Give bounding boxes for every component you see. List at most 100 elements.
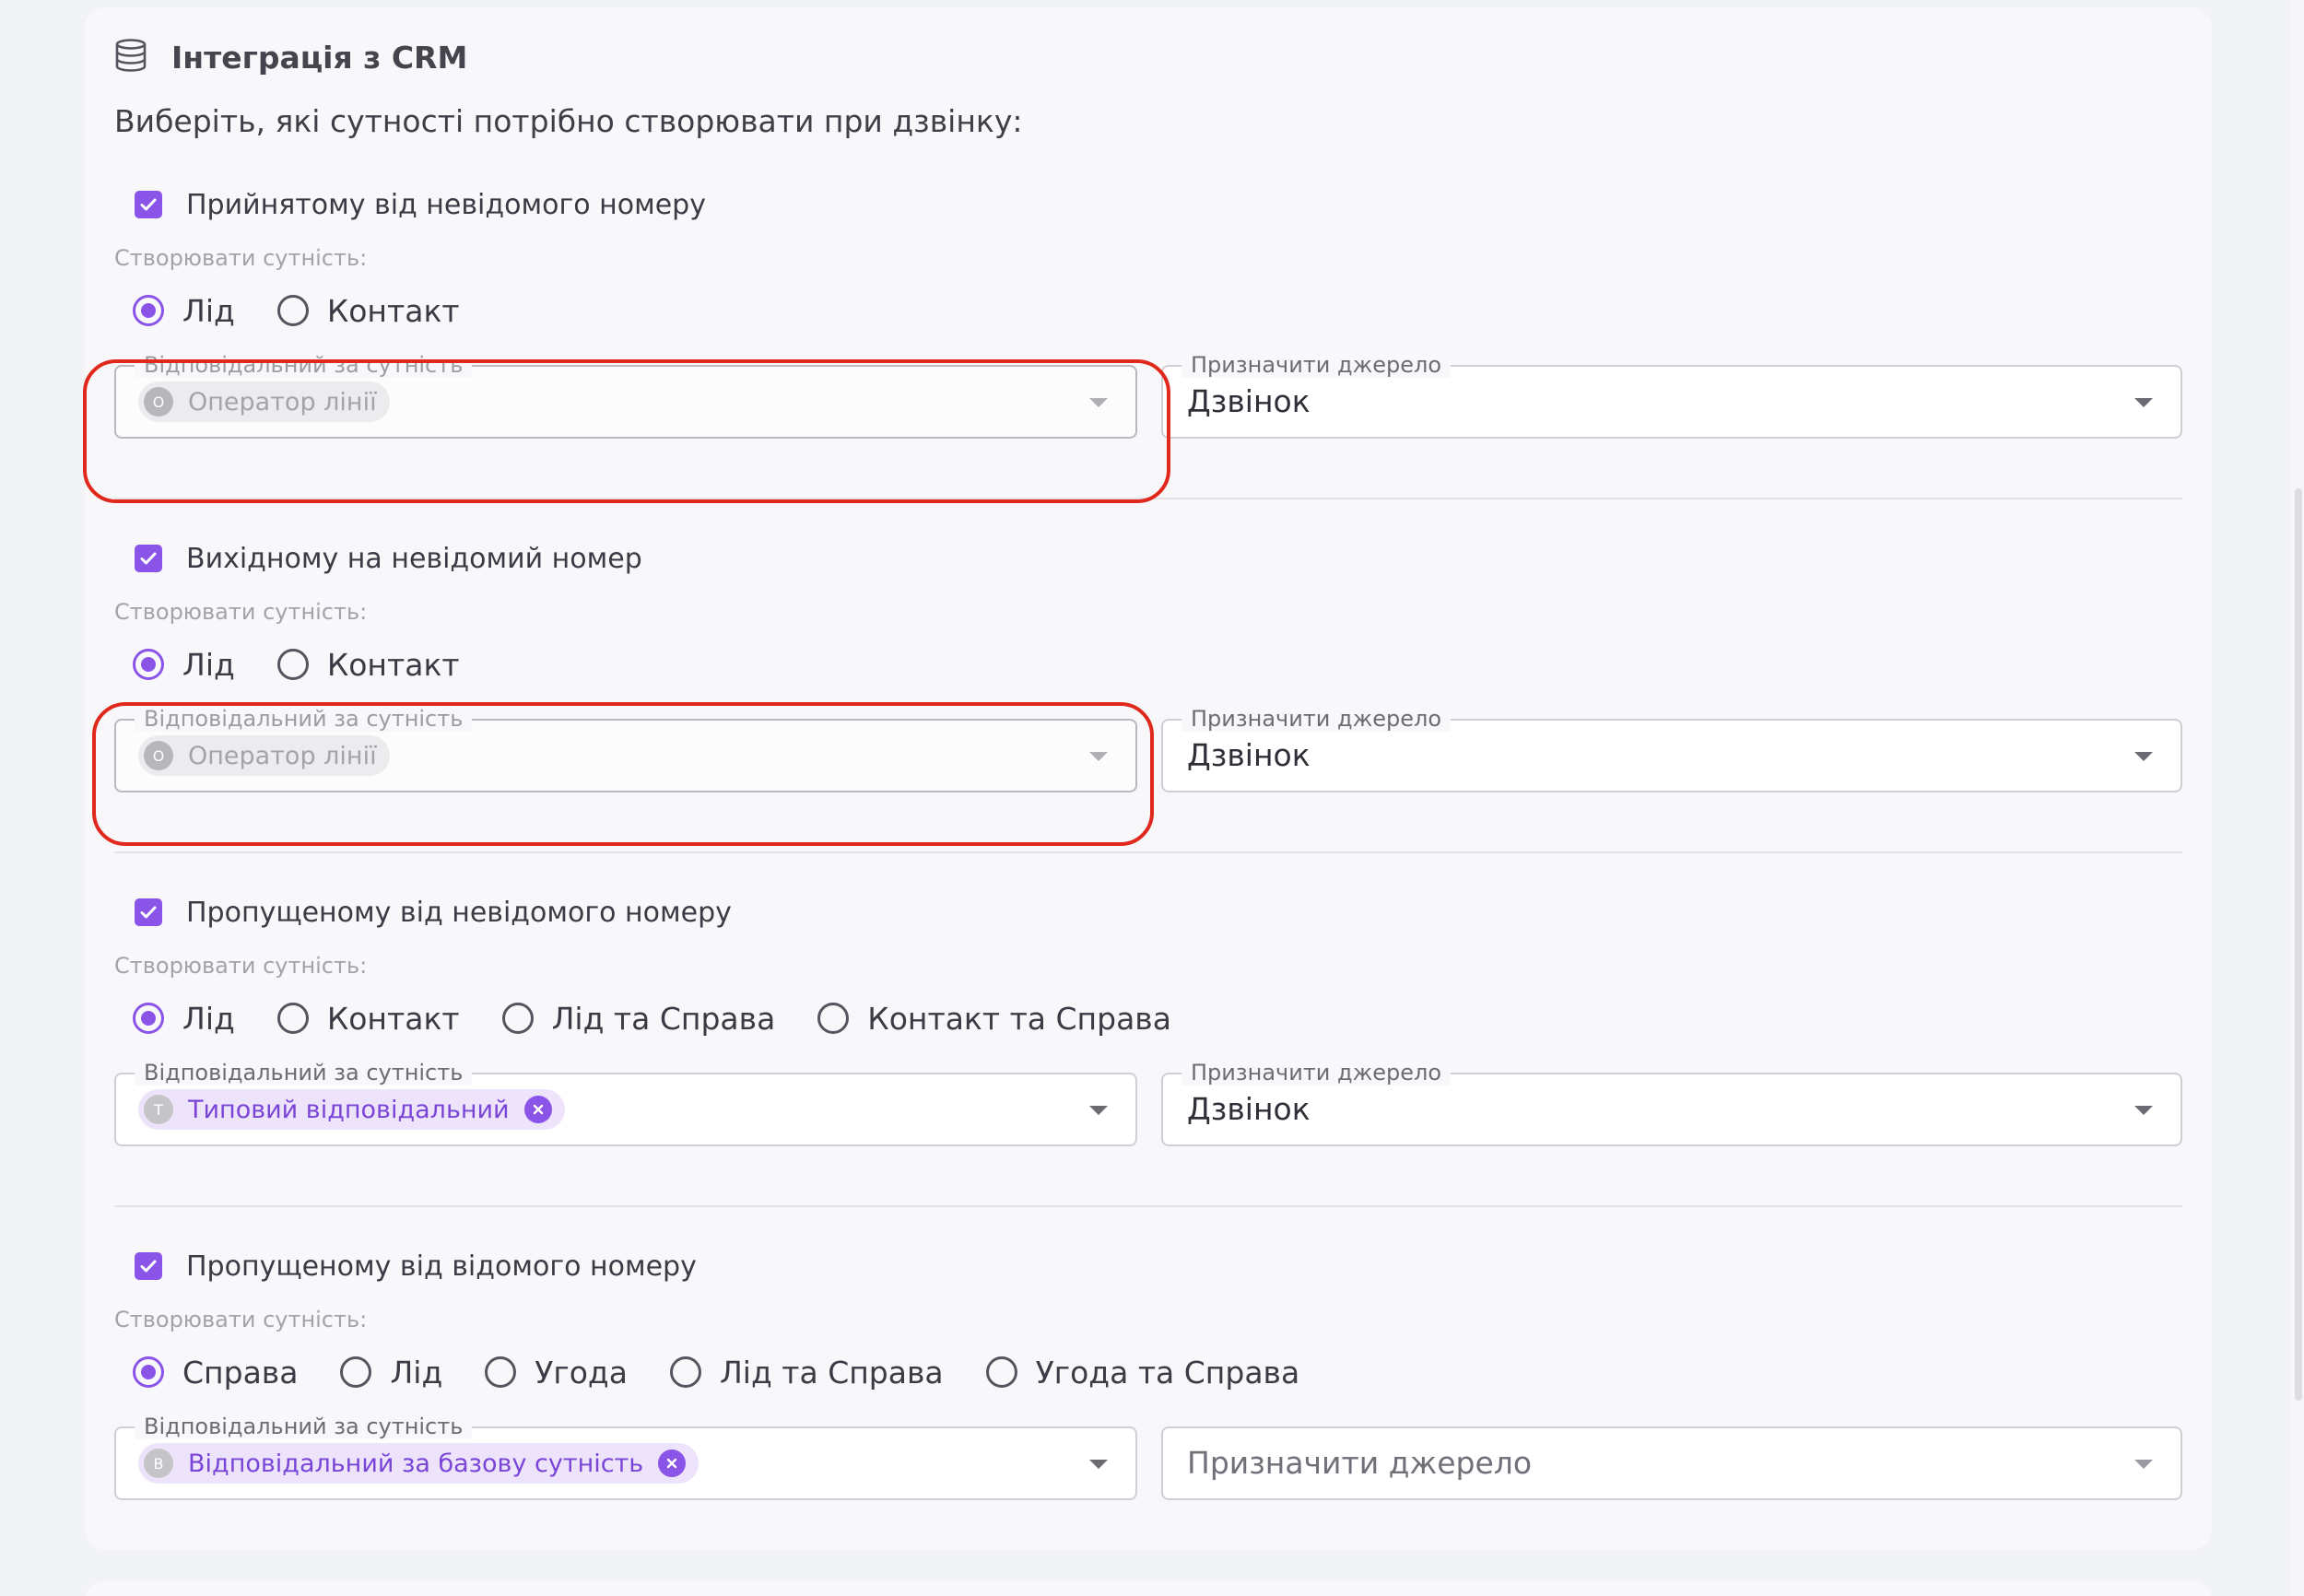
radio-button[interactable] bbox=[985, 1356, 1017, 1388]
radio-option[interactable]: Угода та Справа bbox=[985, 1354, 1300, 1391]
chevron-down-icon[interactable] bbox=[1089, 1460, 1108, 1469]
radio-label: Контакт bbox=[326, 292, 460, 329]
entity-radio-group: Лід Контакт bbox=[133, 644, 502, 685]
radio-button[interactable] bbox=[276, 1003, 309, 1034]
source-value: Дзвінок bbox=[1187, 737, 1311, 773]
radio-option[interactable]: Справа bbox=[133, 1355, 298, 1391]
entity-rule-section: Вихідному на невідомий номер Створювати … bbox=[114, 540, 2182, 894]
radio-option[interactable]: Лід та Справа bbox=[669, 1354, 944, 1391]
chevron-down-icon[interactable] bbox=[2134, 1460, 2153, 1469]
responsible-legend: Відповідальний за сутність bbox=[135, 706, 473, 732]
radio-button[interactable] bbox=[485, 1356, 517, 1388]
chevron-down-icon[interactable] bbox=[2134, 398, 2153, 407]
source-placeholder: Призначити джерело bbox=[1187, 1445, 1533, 1481]
chip-label: Оператор лінії bbox=[188, 741, 377, 770]
source-value: Дзвінок bbox=[1187, 383, 1311, 419]
scrollbar-thumb[interactable] bbox=[2295, 488, 2302, 1401]
responsible-legend: Відповідальний за сутність bbox=[135, 1414, 473, 1439]
card-header: Інтеграція з CRM bbox=[114, 39, 467, 76]
entity-rule-section: Пропущеному від невідомого номеру Створю… bbox=[114, 894, 2182, 1248]
entity-radio-group: Лід Контакт bbox=[133, 290, 502, 331]
responsible-chip: Т Типовий відповідальний bbox=[138, 1089, 565, 1130]
radio-option[interactable]: Лід та Справа bbox=[501, 1000, 776, 1037]
source-select[interactable]: Призначити джерело Дзвінок bbox=[1161, 706, 2182, 792]
radio-button[interactable] bbox=[133, 649, 164, 680]
chevron-down-icon bbox=[1089, 398, 1108, 407]
section-divider bbox=[114, 851, 2182, 853]
radio-button[interactable] bbox=[501, 1003, 534, 1034]
source-select[interactable]: Призначити джерело Дзвінок bbox=[1161, 1060, 2182, 1146]
card-title: Інтеграція з CRM bbox=[171, 39, 468, 76]
chevron-down-icon[interactable] bbox=[2134, 1106, 2153, 1115]
source-legend: Призначити джерело bbox=[1181, 1060, 1452, 1086]
chip-label: Оператор лінії bbox=[188, 387, 377, 417]
avatar: В bbox=[144, 1449, 173, 1478]
remove-chip-icon[interactable] bbox=[658, 1449, 687, 1477]
checkbox-label: Пропущеному від відомого номеру bbox=[186, 1250, 697, 1283]
chevron-down-icon[interactable] bbox=[1089, 1106, 1108, 1115]
entity-rule-section: Пропущеному від відомого номеру Створюва… bbox=[114, 1248, 2182, 1596]
radio-button[interactable] bbox=[133, 1356, 164, 1388]
section-divider bbox=[114, 1205, 2182, 1207]
database-stack-icon bbox=[115, 39, 147, 72]
radio-label: Справа bbox=[182, 1354, 299, 1391]
entity-checkbox-row[interactable]: Вихідному на невідомий номер bbox=[135, 540, 642, 577]
create-entity-label: Створювати сутність: bbox=[114, 953, 368, 979]
source-select[interactable]: Призначити джерело bbox=[1161, 1426, 2182, 1500]
responsible-select: Відповідальний за сутність О Оператор лі… bbox=[114, 706, 1137, 792]
radio-option[interactable]: Лід bbox=[133, 293, 235, 329]
chip-label: Відповідальний за базову сутність bbox=[188, 1449, 644, 1478]
avatar: О bbox=[144, 741, 173, 770]
radio-button[interactable] bbox=[276, 649, 309, 680]
checkbox-checked[interactable] bbox=[135, 191, 162, 218]
radio-button[interactable] bbox=[133, 295, 164, 326]
radio-option[interactable]: Лід bbox=[340, 1355, 442, 1391]
entities-prompt: Виберіть, які сутності потрібно створюва… bbox=[114, 103, 1023, 139]
responsible-chip: О Оператор лінії bbox=[138, 735, 390, 776]
source-legend: Призначити джерело bbox=[1181, 706, 1452, 732]
radio-label: Контакт bbox=[326, 1000, 460, 1037]
radio-option[interactable]: Лід bbox=[133, 1001, 235, 1037]
checkbox-checked[interactable] bbox=[135, 545, 162, 572]
chevron-down-icon[interactable] bbox=[2134, 752, 2153, 761]
responsible-chip: О Оператор лінії bbox=[138, 381, 390, 422]
radio-label: Контакт bbox=[326, 646, 460, 683]
checkbox-label: Вихідному на невідомий номер bbox=[186, 542, 642, 575]
chip-label: Типовий відповідальний bbox=[188, 1095, 510, 1124]
radio-option[interactable]: Контакт bbox=[276, 292, 460, 329]
radio-option[interactable]: Контакт bbox=[276, 646, 460, 683]
checkbox-checked[interactable] bbox=[135, 898, 162, 926]
radio-button[interactable] bbox=[340, 1356, 372, 1388]
responsible-legend: Відповідальний за сутність bbox=[135, 352, 473, 378]
checkbox-label: Прийнятому від невідомого номеру bbox=[186, 188, 706, 221]
radio-option[interactable]: Лід bbox=[133, 647, 235, 683]
source-legend: Призначити джерело bbox=[1181, 352, 1452, 378]
entity-checkbox-row[interactable]: Прийнятому від невідомого номеру bbox=[135, 186, 706, 223]
radio-option[interactable]: Контакт bbox=[276, 1000, 460, 1037]
entity-radio-group: Справа Лід Угода Лід та Справа Угода та … bbox=[133, 1352, 1342, 1392]
radio-option[interactable]: Угода bbox=[485, 1355, 628, 1391]
radio-label: Лід bbox=[182, 646, 235, 683]
radio-option[interactable]: Контакт та Справа bbox=[817, 1001, 1171, 1037]
entity-rule-section: Прийнятому від невідомого номеру Створюв… bbox=[114, 186, 2182, 540]
radio-button[interactable] bbox=[133, 1003, 164, 1034]
responsible-select[interactable]: Відповідальний за сутність В Відповідаль… bbox=[114, 1414, 1137, 1500]
entity-checkbox-row[interactable]: Пропущеному від відомого номеру bbox=[135, 1248, 697, 1285]
radio-button[interactable] bbox=[817, 1003, 850, 1034]
radio-label: Лід та Справа bbox=[551, 1000, 776, 1037]
radio-button[interactable] bbox=[276, 295, 309, 326]
avatar: О bbox=[144, 387, 173, 417]
radio-label: Угода та Справа bbox=[1035, 1354, 1300, 1391]
radio-button[interactable] bbox=[669, 1356, 701, 1388]
responsible-select[interactable]: Відповідальний за сутність Т Типовий від… bbox=[114, 1060, 1137, 1146]
section-divider bbox=[114, 498, 2182, 499]
source-value: Дзвінок bbox=[1187, 1091, 1311, 1127]
checkbox-label: Пропущеному від невідомого номеру bbox=[186, 896, 732, 929]
radio-label: Лід bbox=[182, 292, 235, 329]
radio-label: Лід та Справа bbox=[719, 1354, 944, 1391]
entity-checkbox-row[interactable]: Пропущеному від невідомого номеру bbox=[135, 894, 732, 931]
chevron-down-icon bbox=[1089, 752, 1108, 761]
checkbox-checked[interactable] bbox=[135, 1252, 162, 1280]
remove-chip-icon[interactable] bbox=[523, 1096, 552, 1123]
source-select[interactable]: Призначити джерело Дзвінок bbox=[1161, 352, 2182, 439]
